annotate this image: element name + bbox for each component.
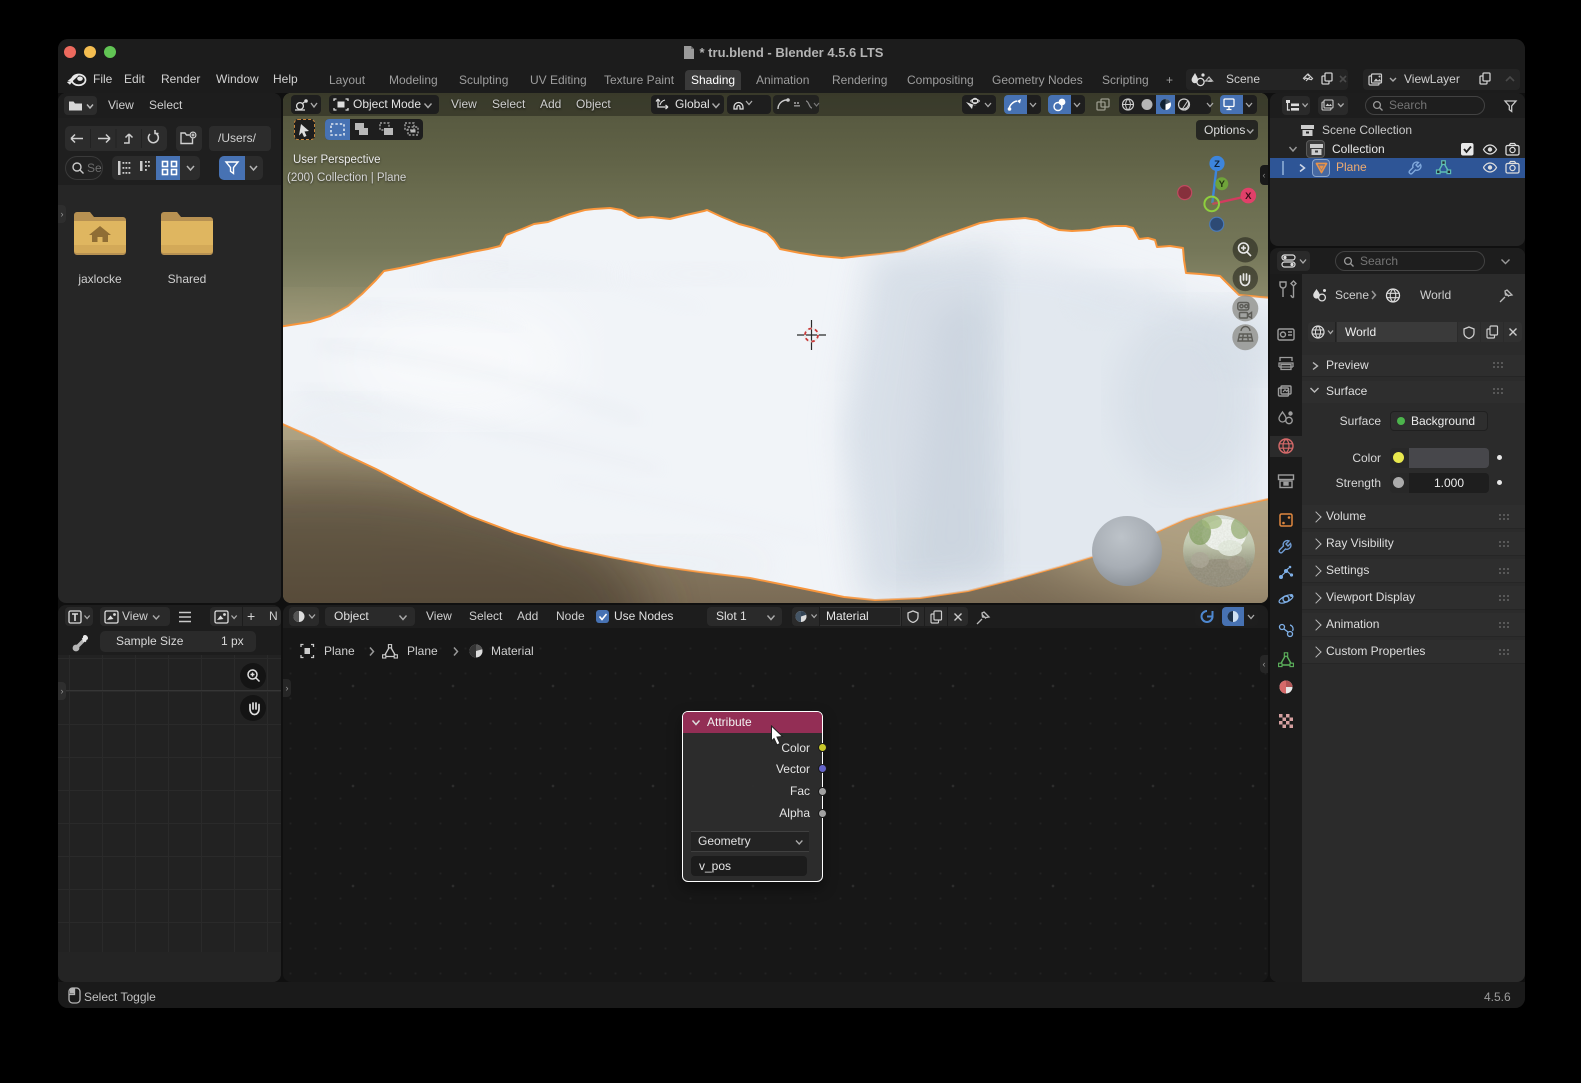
svg-text:X: X	[1245, 191, 1252, 202]
svg-text:Y: Y	[1219, 179, 1226, 190]
svg-text:Z: Z	[1214, 159, 1220, 170]
